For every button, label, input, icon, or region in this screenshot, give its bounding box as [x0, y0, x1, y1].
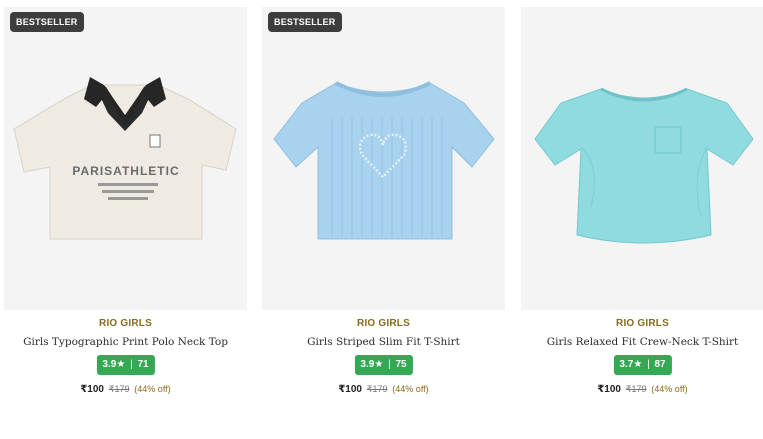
product-card[interactable]: PARISATHLETIC BESTSELLER RIO GIRLS Girls…	[4, 7, 247, 427]
t-shirt-image	[534, 87, 754, 244]
review-count: 71	[137, 359, 149, 370]
sale-price: ₹100	[597, 384, 621, 395]
rating-separator: |	[130, 359, 133, 370]
brand-name: RIO GIRLS	[99, 318, 152, 329]
discount-label: (44% off)	[392, 384, 429, 394]
discount-label: (44% off)	[134, 384, 171, 394]
review-count: 75	[395, 359, 407, 370]
product-grid: PARISATHLETIC BESTSELLER RIO GIRLS Girls…	[0, 0, 763, 439]
rating-badge: 3.9★ | 71	[96, 355, 155, 375]
rating-value: 3.9★	[102, 359, 126, 370]
product-name[interactable]: Girls Striped Slim Fit T-Shirt	[262, 336, 505, 348]
product-image[interactable]: PARISATHLETIC BESTSELLER	[4, 7, 247, 310]
original-price: ₹179	[366, 384, 388, 394]
price-row: ₹100 ₹179 (44% off)	[262, 384, 505, 395]
bestseller-badge: BESTSELLER	[10, 12, 84, 32]
print-text: PARISATHLETIC	[72, 164, 179, 178]
rating-badge: 3.9★ | 75	[354, 355, 413, 375]
rating-value: 3.9★	[360, 359, 384, 370]
price-row: ₹100 ₹179 (44% off)	[4, 384, 247, 395]
rating-value: 3.7★	[619, 359, 643, 370]
rating-separator: |	[647, 359, 650, 370]
sale-price: ₹100	[338, 384, 362, 395]
review-count: 87	[654, 359, 666, 370]
polo-shirt-image: PARISATHLETIC	[13, 77, 237, 240]
price-row: ₹100 ₹179 (44% off)	[521, 384, 763, 395]
t-shirt-image	[273, 81, 495, 240]
rating-separator: |	[388, 359, 391, 370]
original-price: ₹179	[108, 384, 130, 394]
product-card[interactable]: BESTSELLER RIO GIRLS Girls Striped Slim …	[262, 7, 505, 427]
sale-price: ₹100	[80, 384, 104, 395]
brand-name: RIO GIRLS	[357, 318, 410, 329]
rating-badge: 3.7★ | 87	[613, 355, 672, 375]
product-name[interactable]: Girls Relaxed Fit Crew-Neck T-Shirt	[521, 336, 763, 348]
brand-name: RIO GIRLS	[616, 318, 669, 329]
original-price: ₹179	[625, 384, 647, 394]
product-image[interactable]: BESTSELLER	[262, 7, 505, 310]
product-name[interactable]: Girls Typographic Print Polo Neck Top	[4, 336, 247, 348]
product-card[interactable]: RIO GIRLS Girls Relaxed Fit Crew-Neck T-…	[521, 7, 763, 427]
bestseller-badge: BESTSELLER	[268, 12, 342, 32]
product-image[interactable]	[521, 7, 763, 310]
discount-label: (44% off)	[651, 384, 688, 394]
